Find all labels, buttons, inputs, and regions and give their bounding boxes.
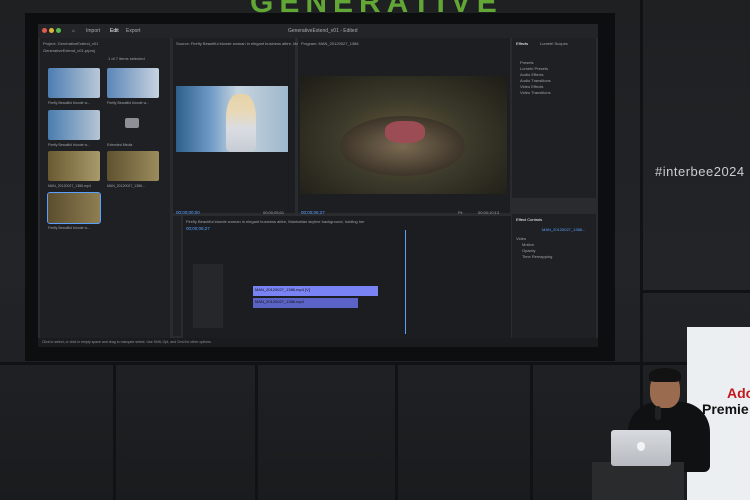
- source-video-frame: [176, 86, 288, 152]
- app-title-bar: ⌂ Import Edit Export GenerativeExtend_v0…: [38, 24, 598, 38]
- timeline-title: Firefly Beautiful blonde woman in elegan…: [186, 219, 365, 224]
- source-monitor-title: Source: Firefly Beautiful blonde woman i…: [176, 41, 313, 46]
- effects-item[interactable]: Audio Transitions: [520, 78, 551, 83]
- banner-brand-line1: Ado: [727, 385, 750, 401]
- bin-label: Extended Media: [107, 143, 133, 147]
- timeline-timecode: 00;00;06;27: [186, 226, 210, 231]
- effects-item[interactable]: Video Transitions: [520, 90, 551, 95]
- bin-thumb-selected[interactable]: [47, 192, 101, 224]
- bin-label: Firefly Beautiful blonde w...: [48, 226, 90, 230]
- effect-controls-panel: Effect Controls MAN_20120027_1386... Vid…: [512, 214, 596, 338]
- project-file: GenerativeExtend_v01.prproj: [43, 48, 96, 53]
- laptop: [611, 430, 671, 466]
- effect-item[interactable]: Motion: [522, 242, 534, 247]
- presenter-hair: [649, 368, 681, 382]
- wall-divider: [640, 290, 750, 293]
- tab-import[interactable]: Import: [86, 28, 100, 34]
- tab-edit[interactable]: Edit: [110, 28, 119, 34]
- tab-effects[interactable]: Effects: [516, 41, 528, 46]
- effect-controls-title: Effect Controls: [516, 217, 543, 222]
- timeline-panel: Firefly Beautiful blonde woman in elegan…: [183, 216, 511, 338]
- effect-controls-section: Video: [516, 236, 527, 241]
- effect-controls-clip: MAN_20120027_1386...: [542, 227, 586, 232]
- tools-panel: [173, 216, 181, 336]
- wall-divider: [395, 362, 398, 500]
- program-duration: 00;00;10;13: [478, 210, 500, 215]
- items-selected: 1 of 7 items selected: [108, 56, 145, 61]
- bin-thumb[interactable]: [48, 151, 100, 181]
- bin-thumb[interactable]: [107, 68, 159, 98]
- meat: [385, 121, 425, 143]
- video-clip-label: MAN_20120027_1386.mp4 [V]: [255, 287, 310, 292]
- wall-divider: [255, 362, 258, 500]
- bin-label: Firefly Beautiful blonde w...: [48, 143, 90, 147]
- source-timecode: 00;00;00;00: [176, 210, 200, 215]
- podium: [592, 462, 684, 500]
- bin-thumb[interactable]: [48, 68, 100, 98]
- bin-thumb[interactable]: [48, 110, 100, 140]
- folder-icon[interactable]: [125, 118, 139, 128]
- woman-figure: [226, 94, 256, 152]
- program-video-frame: [300, 76, 507, 194]
- effects-item[interactable]: Presets: [520, 60, 534, 65]
- window-minimize-icon[interactable]: [49, 28, 54, 33]
- microphone: [655, 406, 661, 420]
- top-banner-text: GENERATIVE: [250, 0, 630, 14]
- program-monitor: Program: MAN_20120027_1386 00;00;06;27 F…: [298, 38, 510, 215]
- bin-label: Firefly Beautiful blonde w...: [107, 101, 149, 105]
- tab-export[interactable]: Export: [126, 28, 140, 34]
- source-duration: 00;00;05;01: [263, 210, 285, 215]
- track-header-column: [193, 264, 223, 328]
- effect-item[interactable]: Opacity: [522, 248, 536, 253]
- window-title: GenerativeExtend_v01 - Edited: [288, 28, 358, 34]
- projected-app: ⌂ Import Edit Export GenerativeExtend_v0…: [38, 24, 598, 347]
- bin-label: MAN_20120027_1386.mp4: [48, 184, 91, 188]
- window-zoom-icon[interactable]: [56, 28, 61, 33]
- tab-lumetri-scopes[interactable]: Lumetri Scopes: [540, 41, 568, 46]
- status-text: Click to select, or click in empty space…: [42, 340, 212, 344]
- project-title: Project: GenerativeExtend_v01: [43, 41, 99, 46]
- program-timecode: 00;00;06;27: [301, 210, 325, 215]
- audio-clip-label: MAN_20120027_1386.mp4: [255, 299, 304, 304]
- program-fit[interactable]: Fit: [458, 210, 462, 215]
- effects-item[interactable]: Lumetri Presets: [520, 66, 548, 71]
- program-monitor-title: Program: MAN_20120027_1386: [301, 41, 359, 46]
- effect-item[interactable]: Time Remapping: [522, 254, 552, 259]
- event-hashtag: #interbee2024: [655, 164, 745, 179]
- wall-divider: [530, 362, 533, 500]
- window-close-icon[interactable]: [42, 28, 47, 33]
- bin-label: MAN_20120027_1386...: [107, 184, 145, 188]
- effects-item[interactable]: Audio Effects: [520, 72, 544, 77]
- bin-thumb[interactable]: [107, 151, 159, 181]
- status-bar: Click to select, or click in empty space…: [38, 338, 598, 347]
- wall-divider: [113, 362, 116, 500]
- banner-brand-line2: Premie: [702, 401, 749, 417]
- bin-label: Firefly Beautiful blonde w...: [48, 101, 90, 105]
- source-monitor: Source: Firefly Beautiful blonde woman i…: [173, 38, 312, 215]
- playhead[interactable]: [405, 230, 406, 334]
- effects-panel: Effects Lumetri Scopes Presets Lumetri P…: [512, 38, 596, 198]
- apple-logo-icon: [637, 442, 645, 451]
- effects-item[interactable]: Video Effects: [520, 84, 543, 89]
- home-icon[interactable]: ⌂: [72, 28, 75, 34]
- project-panel: Project: GenerativeExtend_v01 Generative…: [40, 38, 170, 338]
